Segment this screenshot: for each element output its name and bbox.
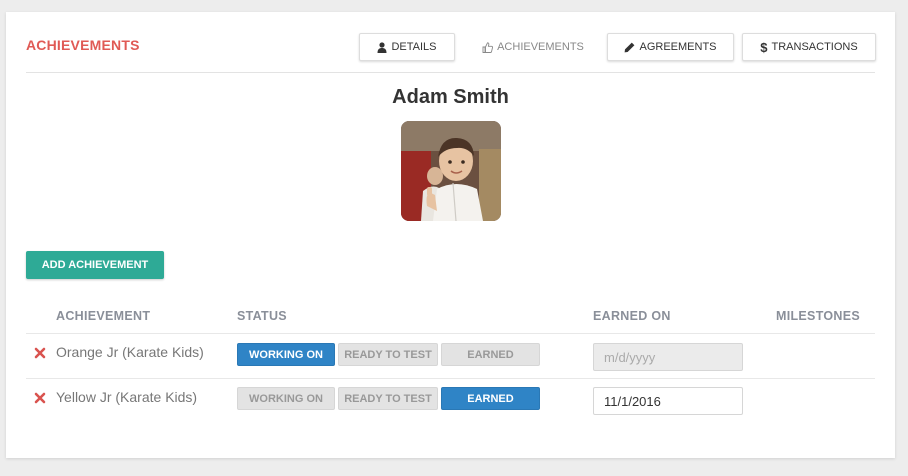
header-milestones: MILESTONES xyxy=(776,309,861,323)
status-earned-button[interactable]: EARNED xyxy=(441,387,540,410)
thumbs-up-icon xyxy=(482,41,494,53)
earned-on-date-input[interactable] xyxy=(593,387,743,415)
table-header-divider xyxy=(26,333,875,334)
achievement-name: Orange Jr (Karate Kids) xyxy=(56,344,204,360)
details-button[interactable]: DETAILS xyxy=(359,33,455,61)
header-status: STATUS xyxy=(237,309,287,323)
pencil-icon xyxy=(625,42,635,52)
details-label: DETAILS xyxy=(391,41,437,53)
status-ready-to-test-button[interactable]: READY TO TEST xyxy=(338,387,438,410)
achievement-name: Yellow Jr (Karate Kids) xyxy=(56,389,198,405)
student-avatar xyxy=(401,121,501,221)
header-divider xyxy=(26,72,875,73)
dollar-icon: $ xyxy=(760,39,768,55)
achievements-tab-label: ACHIEVEMENTS xyxy=(497,41,584,53)
panel-title: ACHIEVEMENTS xyxy=(26,37,140,53)
user-icon xyxy=(377,41,387,53)
agreements-label: AGREEMENTS xyxy=(639,41,717,53)
status-working-on-button[interactable]: WORKING ON xyxy=(237,387,335,410)
header-earned-on: EARNED ON xyxy=(593,309,671,323)
status-earned-button[interactable]: EARNED xyxy=(441,343,540,366)
achievements-tab[interactable]: ACHIEVEMENTS xyxy=(478,33,588,61)
earned-on-date-input[interactable] xyxy=(593,343,743,371)
status-working-on-button[interactable]: WORKING ON xyxy=(237,343,335,366)
agreements-button[interactable]: AGREEMENTS xyxy=(607,33,734,61)
add-achievement-button[interactable]: ADD ACHIEVEMENT xyxy=(26,251,164,279)
row-divider xyxy=(26,378,875,379)
achievements-panel: ACHIEVEMENTS DETAILS ACHIEVEMENTS AGREEM… xyxy=(6,12,895,458)
transactions-button[interactable]: $ TRANSACTIONS xyxy=(742,33,876,61)
transactions-label: TRANSACTIONS xyxy=(771,41,858,53)
delete-icon[interactable] xyxy=(34,392,46,404)
delete-icon[interactable] xyxy=(34,347,46,359)
header-achievement: ACHIEVEMENT xyxy=(56,309,151,323)
student-name: Adam Smith xyxy=(392,86,509,108)
status-ready-to-test-button[interactable]: READY TO TEST xyxy=(338,343,438,366)
